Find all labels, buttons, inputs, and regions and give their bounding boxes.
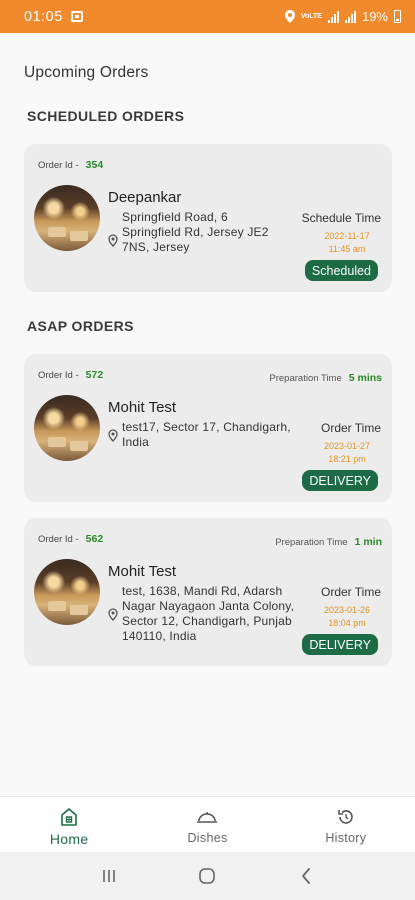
address-block: Springfield Road, 6 Springfield Rd, Jers… — [108, 210, 278, 255]
address-text: test, 1638, Mandi Rd, Adarsh Nagar Nayag… — [122, 584, 295, 643]
nav-label-history: History — [325, 831, 367, 845]
restaurant-avatar — [34, 559, 100, 625]
order-date: 2023-01-26 — [323, 605, 371, 615]
volte-indicator: VoLTE — [300, 13, 322, 20]
order-id-label: Order Id - — [38, 370, 79, 381]
section-title-scheduled: SCHEDULED ORDERS — [27, 108, 185, 124]
prep-time-label: Preparation Time — [269, 373, 342, 384]
order-id-row: Order Id - 354 — [38, 159, 103, 171]
customer-name: Deepankar — [108, 189, 182, 206]
prep-time-row: Preparation Time 5 mins — [269, 372, 382, 384]
order-id-label: Order Id - — [38, 534, 79, 545]
order-time: 11:45 am — [328, 244, 366, 254]
order-time: 18:04 pm — [328, 618, 366, 628]
signal-icon-2 — [344, 10, 356, 23]
customer-name: Mohit Test — [108, 399, 177, 416]
home-icon — [58, 807, 80, 827]
address-block: test17, Sector 17, Chandigarh, India — [108, 420, 304, 450]
location-pin-icon — [108, 584, 122, 644]
order-card[interactable]: Order Id - 572 Preparation Time 5 mins M… — [24, 354, 392, 502]
address-text: Springfield Rd, Jersey JE2 7NS, Jersey — [122, 225, 269, 254]
location-pin-icon — [108, 420, 122, 450]
order-date: 2023-01-27 — [323, 441, 371, 451]
history-icon — [335, 807, 357, 827]
delivery-badge: DELIVERY — [302, 470, 378, 491]
section-title-asap: ASAP ORDERS — [27, 318, 134, 334]
nav-label-dishes: Dishes — [187, 831, 228, 845]
delivery-badge: DELIVERY — [302, 634, 378, 655]
order-time: 18:21 pm — [328, 454, 366, 464]
back-icon[interactable] — [294, 864, 318, 888]
time-label: Schedule Time — [301, 211, 381, 225]
order-card[interactable]: Order Id - 562 Preparation Time 1 min Mo… — [24, 518, 392, 666]
address-line: Springfield Road, 6 — [122, 210, 228, 224]
signal-icon — [327, 10, 339, 23]
restaurant-avatar — [34, 185, 100, 251]
system-nav-bar — [0, 852, 415, 900]
home-button-icon[interactable] — [195, 864, 219, 888]
time-label: Order Time — [320, 585, 381, 599]
customer-name: Mohit Test — [108, 563, 177, 580]
order-id-row: Order Id - 562 — [38, 533, 103, 545]
location-pin-icon — [108, 225, 122, 255]
dish-cloche-icon — [196, 807, 218, 827]
nav-history[interactable]: History — [277, 797, 415, 852]
prep-time-value: 1 min — [354, 536, 382, 548]
order-id-value: 572 — [85, 369, 104, 381]
notification-app-icon — [70, 11, 83, 22]
prep-time-row: Preparation Time 1 min — [275, 536, 382, 548]
address-text: test17, Sector 17, Chandigarh, India — [122, 420, 291, 449]
status-right: VoLTE 19% — [284, 9, 401, 24]
page-title: Upcoming Orders — [24, 64, 149, 81]
battery-icon — [394, 10, 401, 23]
order-date: 2022-11-17 — [324, 231, 370, 241]
order-id-label: Order Id - — [38, 160, 79, 171]
order-id-row: Order Id - 572 — [38, 369, 103, 381]
nav-label-home: Home — [49, 831, 89, 847]
status-left: 01:05 — [24, 9, 83, 25]
prep-time-value: 5 mins — [348, 372, 382, 384]
address-block: test, 1638, Mandi Rd, Adarsh Nagar Nayag… — [108, 584, 310, 644]
location-icon — [284, 10, 295, 23]
status-time: 01:05 — [24, 8, 63, 25]
battery-percent: 19% — [361, 9, 388, 24]
recent-apps-icon[interactable] — [97, 864, 121, 888]
prep-time-label: Preparation Time — [275, 537, 348, 548]
status-badge: Scheduled — [304, 260, 378, 281]
order-card[interactable]: Order Id - 354 Deepankar Springfield Roa… — [24, 144, 392, 292]
bottom-nav: Home Dishes History — [0, 796, 415, 852]
order-id-value: 354 — [85, 159, 104, 171]
restaurant-avatar — [34, 395, 100, 461]
time-label: Order Time — [320, 421, 381, 435]
nav-dishes[interactable]: Dishes — [138, 797, 276, 852]
order-id-value: 562 — [85, 533, 104, 545]
status-bar: 01:05 VoLTE 19% — [0, 0, 415, 33]
nav-home[interactable]: Home — [0, 797, 138, 852]
